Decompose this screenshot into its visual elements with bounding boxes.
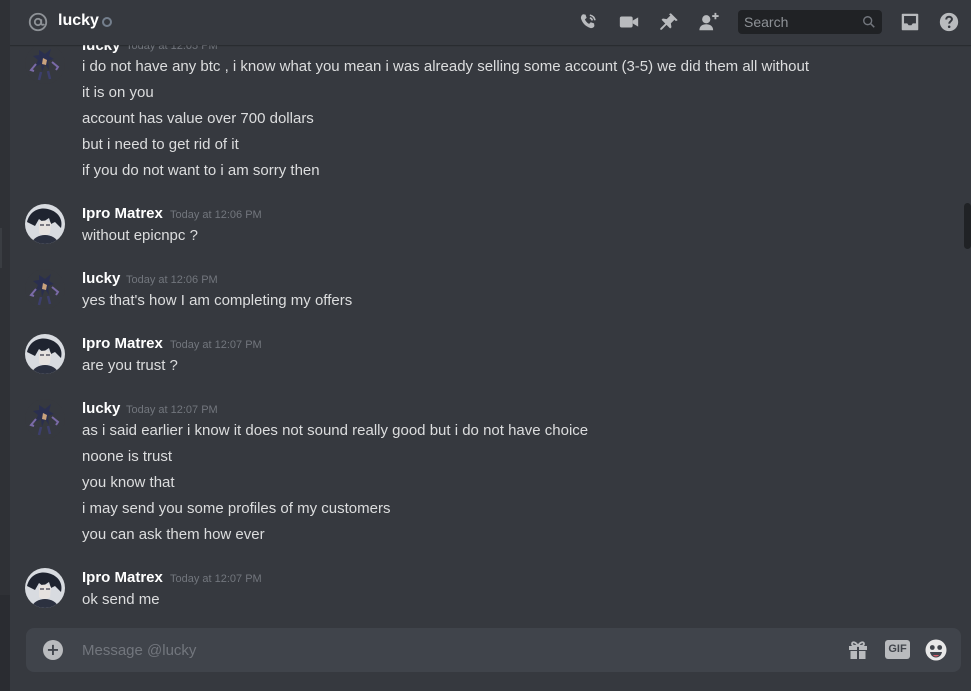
message-text: you know that [82, 474, 175, 491]
message-text: you can ask them how ever [82, 526, 265, 543]
pinned-messages-icon[interactable] [658, 11, 680, 33]
message-timestamp: Today at 12:07 PM [170, 573, 262, 585]
sidebar-scroll-handle[interactable] [0, 228, 2, 268]
search-icon [863, 16, 875, 28]
message-author[interactable]: lucky [82, 399, 120, 419]
message-input[interactable] [82, 638, 822, 662]
message-text: but i need to get rid of it [82, 136, 239, 153]
status-offline-icon [102, 17, 112, 27]
message-author[interactable]: Ipro Matrex [82, 568, 163, 588]
message-timestamp: Today at 12:06 PM [170, 209, 262, 221]
dm-recipient-name: lucky [58, 12, 99, 29]
message-author[interactable]: Ipro Matrex [82, 204, 163, 224]
sidebar-footer-edge [0, 595, 10, 691]
message-text: i do not have any btc , i know what you … [82, 58, 810, 75]
message-composer: + GIF [26, 628, 961, 672]
gif-icon: GIF [888, 643, 907, 655]
start-voice-call-icon[interactable] [577, 11, 599, 33]
message-text: if you do not want to i am sorry then [82, 162, 320, 179]
ipro-matrex-avatar[interactable] [25, 568, 65, 608]
gift-icon[interactable] [846, 638, 870, 662]
emoji-icon[interactable] [924, 638, 948, 662]
search-bar[interactable] [738, 10, 882, 34]
help-icon[interactable] [938, 11, 960, 33]
gif-button[interactable]: GIF [885, 640, 910, 659]
dm-window: lucky Search lucky Today at 12:05 PM i d… [0, 0, 971, 691]
inbox-icon[interactable] [899, 11, 921, 33]
start-video-call-icon[interactable] [618, 11, 640, 33]
channel-header: lucky [10, 0, 971, 45]
message-text: i may send you some profiles of my custo… [82, 500, 391, 517]
message-text: are you trust ? [82, 357, 178, 374]
left-sidebar-edge [0, 0, 10, 691]
message-scrollbar[interactable] [964, 203, 971, 249]
ipro-matrex-avatar[interactable] [25, 334, 65, 374]
message-text: as i said earlier i know it does not sou… [82, 422, 589, 439]
message-list: lucky Today at 12:05 PM i do not have an… [10, 45, 956, 620]
message-text: yes that's how I am completing my offers [82, 292, 353, 309]
attach-plus-button[interactable]: + [43, 640, 63, 660]
message-timestamp: Today at 12:07 PM [126, 404, 218, 416]
lucky-avatar[interactable] [25, 399, 65, 439]
add-friend-to-dm-icon[interactable] [698, 11, 720, 33]
lucky-avatar[interactable] [25, 45, 65, 84]
ipro-matrex-avatar[interactable] [25, 204, 65, 244]
message-timestamp: Today at 12:05 PM [126, 45, 218, 52]
lucky-avatar[interactable] [25, 269, 65, 309]
message-author[interactable]: Ipro Matrex [82, 334, 163, 354]
message-author[interactable]: lucky [82, 45, 120, 56]
message-text: noone is trust [82, 448, 173, 465]
message-text: without epicnpc ? [82, 227, 198, 244]
message-text: account has value over 700 dollars [82, 110, 314, 127]
attach-plus-icon: + [46, 640, 60, 659]
at-icon [28, 12, 48, 32]
message-author[interactable]: lucky [82, 269, 120, 289]
message-timestamp: Today at 12:07 PM [170, 339, 262, 351]
message-timestamp: Today at 12:06 PM [126, 274, 218, 286]
search-input[interactable] [738, 10, 858, 34]
message-text: ok send me [82, 591, 160, 608]
message-text: it is on you [82, 84, 154, 101]
